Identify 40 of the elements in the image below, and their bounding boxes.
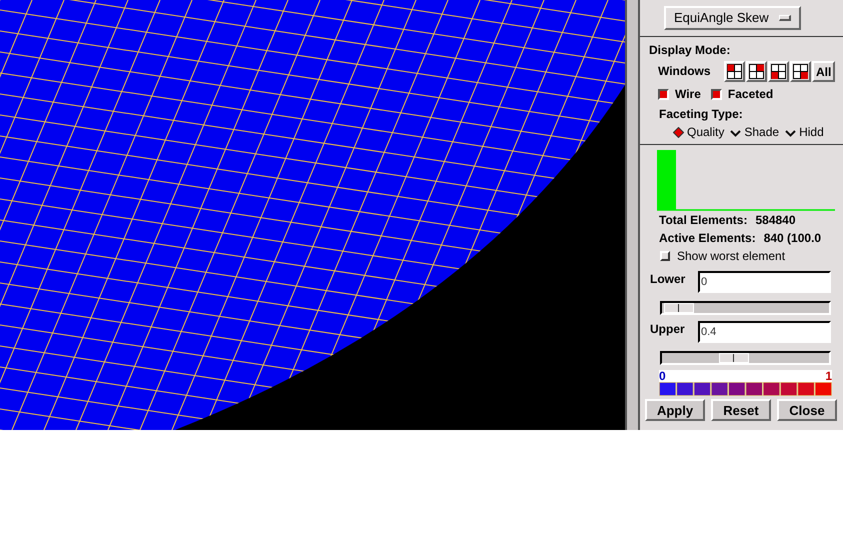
radio-option[interactable]: Hidd	[785, 123, 824, 141]
window-layout-button[interactable]	[746, 60, 767, 82]
window-quadrant-icon	[749, 64, 764, 78]
dropdown-button[interactable]: EquiAngle Skew	[664, 6, 801, 30]
checkbox[interactable]	[710, 88, 722, 100]
window-layout-button[interactable]	[790, 60, 811, 82]
scale-max-label: 1	[825, 370, 832, 382]
window-layout-button[interactable]	[768, 60, 789, 82]
radio-option[interactable]: Quality	[673, 123, 724, 141]
radio-diamond-icon[interactable]	[673, 126, 684, 138]
checkbox[interactable]	[658, 88, 669, 100]
checkbox-option[interactable]: Show worst element	[640, 247, 843, 265]
field-label: Upper	[650, 321, 686, 337]
stat-value: 840 (100.0	[762, 230, 822, 247]
window-quadrant-icon	[793, 64, 808, 78]
checkbox-option[interactable]: Wire	[658, 85, 701, 103]
slider-thumb[interactable]	[718, 353, 749, 363]
action-button[interactable]: Apply	[645, 399, 705, 421]
window-layout-button[interactable]	[724, 60, 745, 82]
dropdown-indicator-icon	[778, 15, 791, 21]
stat-label: Active Elements:	[659, 230, 757, 247]
slider-thumb[interactable]	[664, 303, 694, 313]
section-title: Display Mode:	[649, 42, 732, 59]
number-input-field[interactable]: 0	[698, 271, 831, 293]
stat-value: 584840	[754, 212, 796, 229]
action-button[interactable]: Reset	[711, 399, 771, 421]
windows-label: Windows	[658, 63, 712, 80]
window-quadrant-icon	[771, 64, 786, 78]
scale-min-label: 0	[659, 370, 666, 382]
all-windows-button[interactable]: All	[812, 60, 836, 82]
faceting-type-label: Faceting Type:	[658, 106, 744, 123]
window-quadrant-icon	[727, 64, 742, 78]
action-button[interactable]: Close	[777, 399, 837, 421]
number-input-field[interactable]: 0.4	[698, 321, 831, 343]
checkbox-option[interactable]: Faceted	[710, 85, 774, 103]
radio-option[interactable]: Shade	[730, 123, 780, 141]
slider-track[interactable]	[660, 301, 831, 315]
slider-track[interactable]	[660, 351, 831, 365]
stat-label: Total Elements:	[659, 212, 748, 229]
field-label: Lower	[650, 271, 686, 287]
